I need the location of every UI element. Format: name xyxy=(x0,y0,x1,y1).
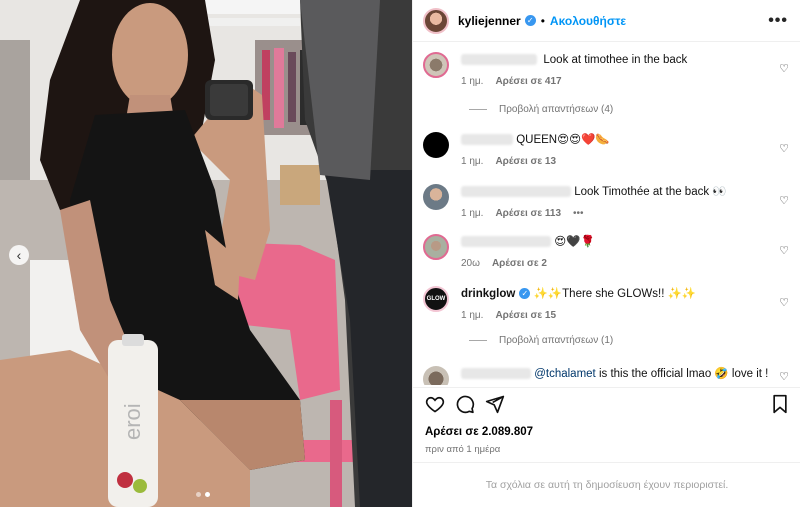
previous-photo-button[interactable]: ‹ xyxy=(9,245,29,265)
comment-item: Look Timothée at the back 👀 1 ημ. Αρέσει… xyxy=(423,184,793,219)
commenter-avatar[interactable]: GLOW xyxy=(423,286,449,312)
comment-text-content: Look Timothée at the back 👀 xyxy=(574,186,727,198)
like-comment-heart-icon[interactable]: ♡ xyxy=(779,142,789,155)
comment-time: 1 ημ. xyxy=(461,156,484,167)
comments-list[interactable]: Look at timothee in the back 1 ημ. Αρέσε… xyxy=(413,42,800,385)
comment-text: Look at timothee in the back xyxy=(461,52,771,68)
carousel-dot-active xyxy=(205,492,210,497)
comment-text: drinkglow ✓ ✨✨There she GLOWs!! ✨✨ xyxy=(461,286,771,302)
author-avatar[interactable] xyxy=(423,7,449,34)
carousel-dot xyxy=(196,492,201,497)
comment-item: GLOW drinkglow ✓ ✨✨There she GLOWs!! ✨✨ 1… xyxy=(423,286,793,321)
view-replies-label: Προβολή απαντήσεων (1) xyxy=(499,335,614,346)
bookmark-icon[interactable] xyxy=(771,394,789,414)
comment-likes[interactable]: Αρέσει σε 2 xyxy=(492,258,547,269)
glow-logo: GLOW xyxy=(426,296,446,302)
post-timestamp[interactable]: πριν από 1 ημέρα xyxy=(425,444,500,455)
post-photo[interactable]: eroi ‹ xyxy=(0,0,412,507)
comment-item: @tchalamet is this the official lmao 🤣 l… xyxy=(423,366,793,385)
comment-text-content: is this the official lmao 🤣 love it ! xyxy=(595,368,769,380)
comment-likes[interactable]: Αρέσει σε 417 xyxy=(495,76,561,87)
commenter-avatar[interactable] xyxy=(423,234,449,260)
like-comment-heart-icon[interactable]: ♡ xyxy=(779,62,789,75)
comment-text-content: 😍🖤🌹 xyxy=(554,236,595,248)
comment-text-content: QUEEN😍😍❤️🌭 xyxy=(516,134,610,146)
comment-meta: 1 ημ. Αρέσει σε 417 xyxy=(461,76,771,87)
comment-text: Look Timothée at the back 👀 xyxy=(461,184,771,200)
like-comment-heart-icon[interactable]: ♡ xyxy=(779,296,789,309)
comment-time: 20ω xyxy=(461,258,480,269)
blurred-username xyxy=(461,186,571,198)
post-header: kyliejenner ✓ • Ακολουθήστε ••• xyxy=(413,0,800,42)
comment-item: Look at timothee in the back 1 ημ. Αρέσε… xyxy=(423,52,793,87)
comment-options-icon[interactable]: ••• xyxy=(573,208,584,219)
comment-text: 😍🖤🌹 xyxy=(461,234,771,250)
comment-text: QUEEN😍😍❤️🌭 xyxy=(461,132,771,148)
blurred-username xyxy=(461,134,513,146)
replies-line xyxy=(469,109,487,110)
like-comment-heart-icon[interactable]: ♡ xyxy=(779,370,789,383)
comment-time: 1 ημ. xyxy=(461,310,484,321)
comment-text: @tchalamet is this the official lmao 🤣 l… xyxy=(461,366,771,382)
verified-badge-icon: ✓ xyxy=(519,288,531,300)
more-options-icon[interactable]: ••• xyxy=(768,12,788,30)
post-actions-bar xyxy=(413,387,800,421)
follow-button[interactable]: Ακολουθήστε xyxy=(550,14,626,28)
blurred-username xyxy=(461,54,537,66)
author-username[interactable]: kyliejenner xyxy=(458,14,521,28)
like-comment-heart-icon[interactable]: ♡ xyxy=(779,194,789,207)
comment-item: QUEEN😍😍❤️🌭 1 ημ. Αρέσει σε 13 ♡ xyxy=(423,132,793,167)
instagram-post-window: eroi ‹ kyliejenner ✓ • Ακολουθήστε ••• L… xyxy=(0,0,800,507)
post-side-panel: kyliejenner ✓ • Ακολουθήστε ••• Look at … xyxy=(412,0,800,507)
like-comment-heart-icon[interactable]: ♡ xyxy=(779,244,789,257)
view-replies-button[interactable]: Προβολή απαντήσεων (4) xyxy=(469,104,613,115)
comment-icon[interactable] xyxy=(455,394,475,414)
comment-likes[interactable]: Αρέσει σε 113 xyxy=(495,208,561,219)
comment-text-content: Look at timothee in the back xyxy=(543,54,688,66)
heart-icon[interactable] xyxy=(425,394,445,414)
comment-mention-link[interactable]: @tchalamet xyxy=(534,368,596,380)
comment-likes[interactable]: Αρέσει σε 13 xyxy=(495,156,556,167)
commenter-avatar[interactable] xyxy=(423,132,449,158)
verified-badge-icon: ✓ xyxy=(524,15,536,26)
commenter-avatar[interactable] xyxy=(423,366,449,385)
share-icon[interactable] xyxy=(485,394,505,414)
comment-text-content: ✨✨There she GLOWs!! ✨✨ xyxy=(533,288,697,300)
replies-line xyxy=(469,340,487,341)
bottle-label: eroi xyxy=(120,403,145,440)
comment-meta: 1 ημ. Αρέσει σε 13 xyxy=(461,156,771,167)
view-replies-button[interactable]: Προβολή απαντήσεων (1) xyxy=(469,335,613,346)
blurred-username xyxy=(461,236,551,248)
photo-illustration: eroi xyxy=(0,0,412,507)
commenter-avatar[interactable] xyxy=(423,52,449,78)
header-separator: • xyxy=(540,13,545,28)
comments-restricted-notice: Τα σχόλια σε αυτή τη δημοσίευση έχουν πε… xyxy=(413,462,800,507)
comment-meta: 20ω Αρέσει σε 2 xyxy=(461,258,771,269)
blurred-username xyxy=(461,368,531,380)
comment-time: 1 ημ. xyxy=(461,208,484,219)
comment-meta: 1 ημ. Αρέσει σε 15 xyxy=(461,310,771,321)
comment-meta: 1 ημ. Αρέσει σε 113 ••• xyxy=(461,208,771,219)
view-replies-label: Προβολή απαντήσεων (4) xyxy=(499,104,614,115)
comment-username[interactable]: drinkglow xyxy=(461,288,515,300)
carousel-indicator xyxy=(196,492,210,497)
comment-time: 1 ημ. xyxy=(461,76,484,87)
comment-likes[interactable]: Αρέσει σε 15 xyxy=(495,310,556,321)
commenter-avatar[interactable] xyxy=(423,184,449,210)
comment-item: 😍🖤🌹 20ω Αρέσει σε 2 ♡ xyxy=(423,234,793,269)
post-likes-count[interactable]: Αρέσει σε 2.089.807 xyxy=(425,426,533,438)
